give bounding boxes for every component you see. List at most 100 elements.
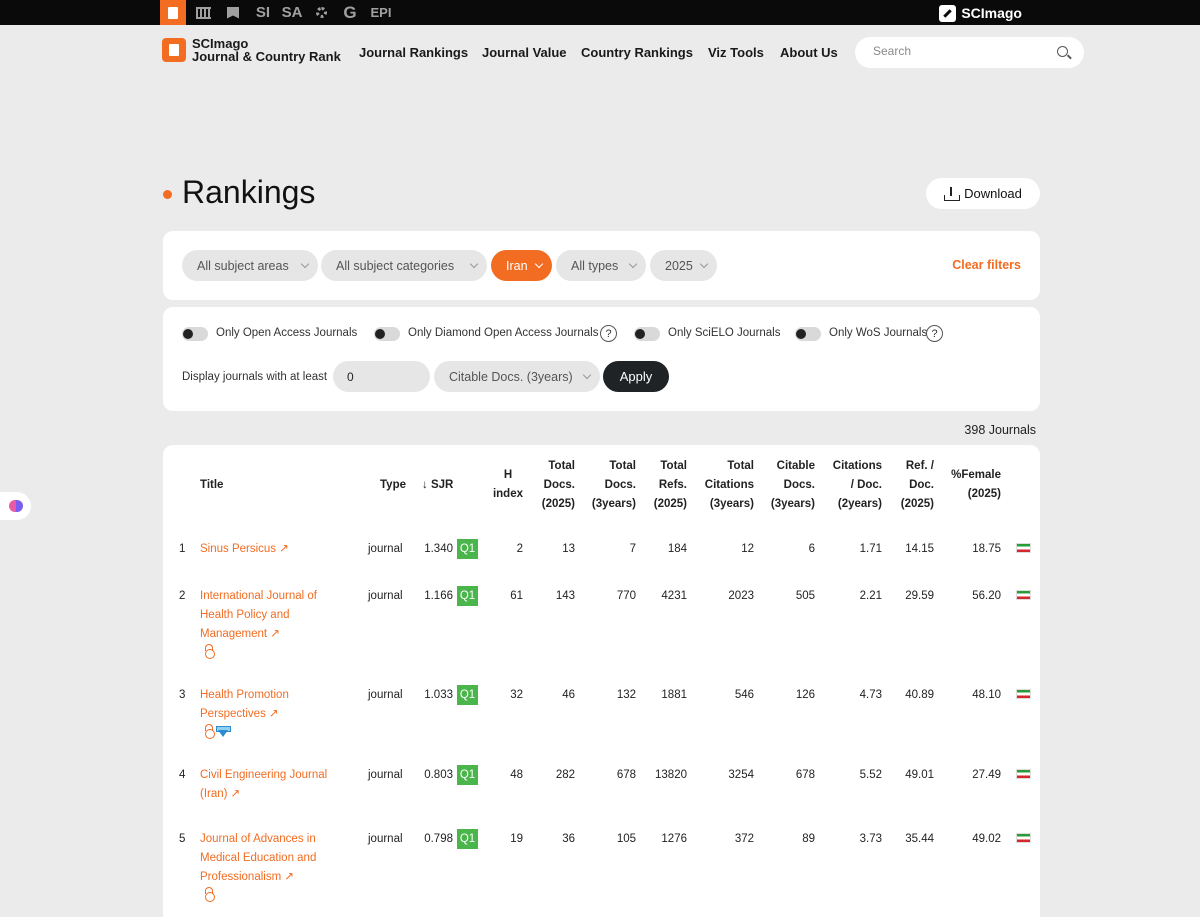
row-rank: 5 <box>179 833 186 845</box>
iran-flag-icon <box>1016 769 1031 779</box>
row-total-docs-3y: 678 <box>616 769 636 781</box>
row-total-docs: 143 <box>555 590 575 602</box>
diamond-help-icon[interactable]: ? <box>600 325 617 342</box>
journal-title-link[interactable]: Sinus Persicus ↗ <box>200 540 289 559</box>
header-title[interactable]: Title <box>200 476 223 495</box>
search-icon[interactable] <box>1057 46 1068 57</box>
nav-journal-rankings[interactable]: Journal Rankings <box>359 45 468 60</box>
brand-label: SCImago <box>961 5 1022 21</box>
nav-about-us[interactable]: About Us <box>780 45 838 60</box>
row-total-docs-3y: 132 <box>616 689 636 701</box>
side-widget-button[interactable] <box>0 492 31 520</box>
wos-help-icon[interactable]: ? <box>926 325 943 342</box>
row-female: 48.10 <box>972 689 1001 701</box>
google-icon[interactable]: G <box>340 0 360 25</box>
types-select[interactable]: All types <box>556 250 646 281</box>
search-input[interactable] <box>873 44 1043 58</box>
row-female: 18.75 <box>972 543 1001 555</box>
iran-flag-icon <box>1016 590 1031 600</box>
year-select[interactable]: 2025 <box>650 250 717 281</box>
scielo-toggle[interactable] <box>634 327 660 341</box>
header-citable-docs[interactable]: Citable Docs. (3years) <box>771 457 815 514</box>
row-citable-docs: 6 <box>808 543 815 555</box>
nav-journal-value[interactable]: Journal Value <box>482 45 567 60</box>
min-field-select[interactable]: Citable Docs. (3years) <box>434 361 600 392</box>
chevron-down-icon <box>699 259 709 269</box>
clear-filters-link[interactable]: Clear filters <box>952 258 1021 272</box>
iran-flag-icon <box>1016 689 1031 699</box>
row-sjr: 1.166 <box>424 590 453 602</box>
journal-title-link[interactable]: Health Promotion Perspectives ↗ <box>200 686 289 724</box>
logo-icon <box>162 38 186 62</box>
row-total-citations: 2023 <box>728 590 754 602</box>
header-total-refs[interactable]: Total Refs. (2025) <box>654 457 687 514</box>
iran-flag-icon <box>1016 833 1031 843</box>
header-female[interactable]: %Female (2025) <box>951 466 1001 504</box>
row-citable-docs: 505 <box>795 590 815 602</box>
row-type: journal <box>368 543 403 555</box>
chevron-down-icon <box>534 259 544 269</box>
row-female: 27.49 <box>972 769 1001 781</box>
header-sjr[interactable]: ↓ SJR <box>422 476 453 495</box>
header-total-docs-3years[interactable]: Total Docs. (3years) <box>592 457 636 514</box>
quartile-badge: Q1 <box>457 586 478 606</box>
row-sjr: 0.798 <box>424 833 453 845</box>
row-total-citations: 372 <box>734 833 754 845</box>
row-type: journal <box>368 590 403 602</box>
row-total-docs: 282 <box>555 769 575 781</box>
row-female: 56.20 <box>972 590 1001 602</box>
header-citations-per-doc[interactable]: Citations / Doc. (2years) <box>833 457 882 514</box>
header-ref-per-doc[interactable]: Ref. / Doc. (2025) <box>901 457 934 514</box>
country-select[interactable]: Iran <box>491 250 552 281</box>
row-type: journal <box>368 769 403 781</box>
topbar-sa[interactable]: SA <box>280 0 304 25</box>
topbar-epi[interactable]: EPI <box>369 0 393 25</box>
row-ref-per-doc: 14.15 <box>905 543 934 555</box>
iran-flag-icon <box>1016 543 1031 553</box>
open-access-icon <box>203 644 215 659</box>
min-journals-label: Display journals with at least <box>182 371 328 383</box>
header-total-citations[interactable]: Total Citations (3years) <box>705 457 754 514</box>
header-total-docs-2025[interactable]: Total Docs. (2025) <box>542 457 575 514</box>
journal-title-link[interactable]: Journal of Advances in Medical Education… <box>200 830 316 887</box>
row-total-refs: 13820 <box>655 769 687 781</box>
institution-icon[interactable] <box>192 0 214 25</box>
open-access-label: Only Open Access Journals <box>216 327 358 339</box>
subject-areas-select[interactable]: All subject areas <box>182 250 318 281</box>
topbar-si[interactable]: SI <box>252 0 274 25</box>
row-rank: 2 <box>179 590 186 602</box>
nav-viz-tools[interactable]: Viz Tools <box>708 45 764 60</box>
row-total-refs: 184 <box>667 543 687 555</box>
book-icon[interactable] <box>224 0 242 25</box>
subject-categories-select[interactable]: All subject categories <box>321 250 487 281</box>
open-access-icon <box>203 887 215 902</box>
site-logo[interactable]: SCImago Journal & Country Rank <box>162 37 341 63</box>
row-ref-per-doc: 35.44 <box>905 833 934 845</box>
journal-title-link[interactable]: International Journal of Health Policy a… <box>200 587 317 644</box>
nav-country-rankings[interactable]: Country Rankings <box>581 45 693 60</box>
journal-count: 398 Journals <box>964 423 1036 437</box>
header-h-index[interactable]: Hindex <box>493 466 523 504</box>
download-button[interactable]: Download <box>926 178 1040 209</box>
chevron-down-icon <box>469 259 479 269</box>
apply-button[interactable]: Apply <box>603 361 669 392</box>
row-female: 49.02 <box>972 833 1001 845</box>
scielo-label: Only SciELO Journals <box>668 327 781 339</box>
row-total-citations: 3254 <box>728 769 754 781</box>
header-type[interactable]: Type <box>380 476 406 495</box>
row-h-index: 32 <box>510 689 523 701</box>
row-sjr: 1.340 <box>424 543 453 555</box>
journal-icon[interactable] <box>160 0 186 25</box>
diamond-icon <box>216 726 231 737</box>
diamond-oa-toggle[interactable] <box>374 327 400 341</box>
row-sjr: 0.803 <box>424 769 453 781</box>
scimago-brand[interactable]: SCImago <box>939 3 1022 23</box>
open-access-toggle[interactable] <box>182 327 208 341</box>
min-value-input[interactable] <box>333 361 430 392</box>
gear-icon[interactable] <box>312 0 330 25</box>
wos-toggle[interactable] <box>795 327 821 341</box>
journal-title-link[interactable]: Civil Engineering Journal (Iran) ↗ <box>200 766 327 804</box>
row-total-refs: 1276 <box>661 833 687 845</box>
quartile-badge: Q1 <box>457 829 478 849</box>
top-bar: SI SA G EPI SCImago <box>0 0 1200 25</box>
